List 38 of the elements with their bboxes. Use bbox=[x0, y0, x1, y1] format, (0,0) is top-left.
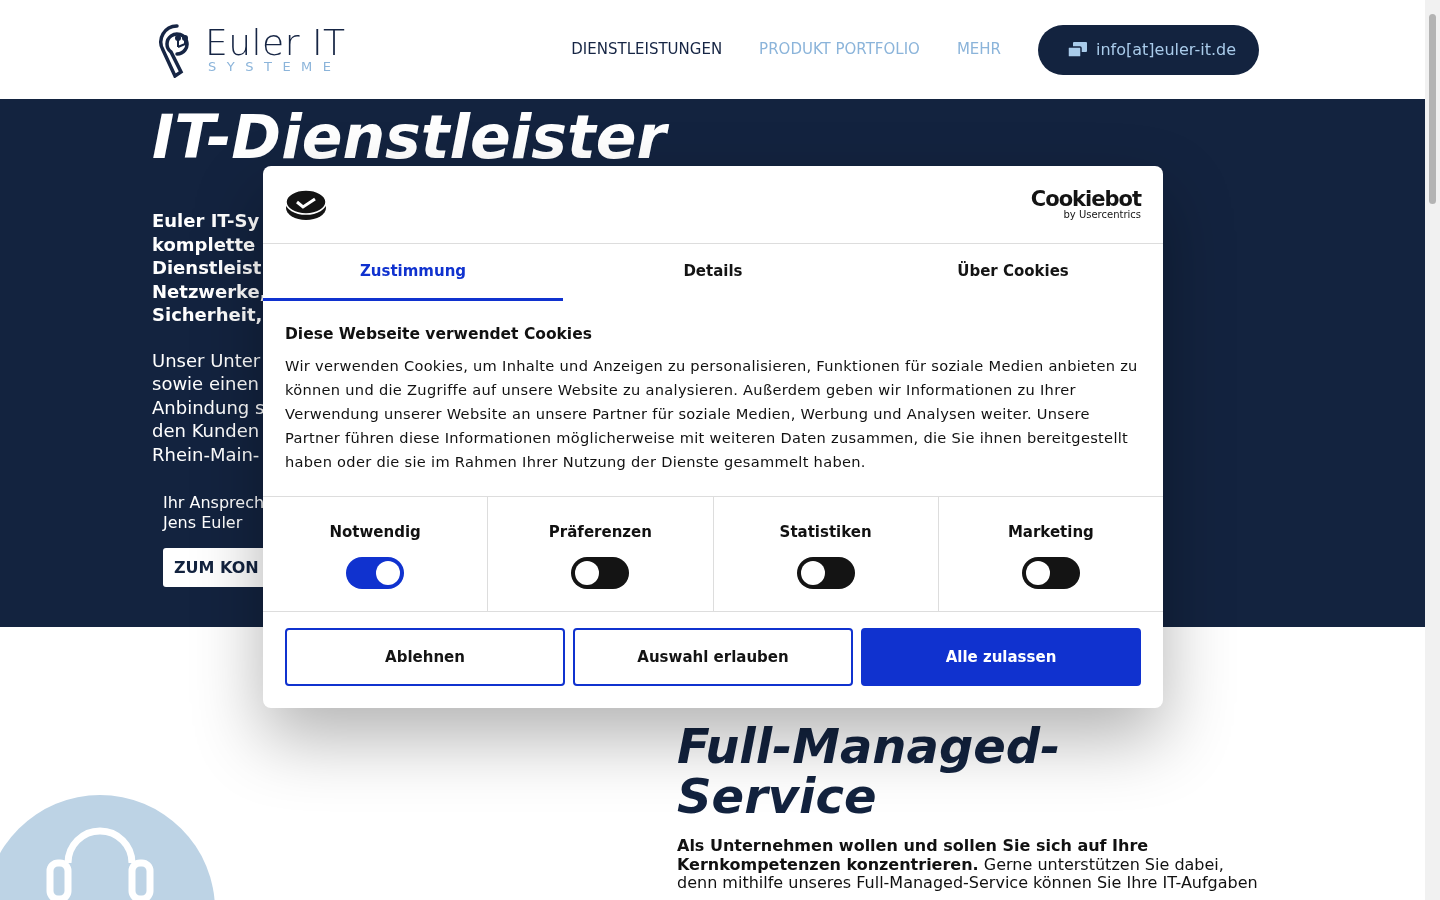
section-title: Service bbox=[677, 771, 877, 821]
scrollbar[interactable] bbox=[1425, 0, 1440, 900]
hero-text: Sicherheit, bbox=[152, 303, 263, 327]
hero-text: komplette bbox=[152, 232, 256, 256]
logo-tagline: SYSTEME bbox=[207, 59, 343, 74]
hero-text: den Kunden bbox=[152, 419, 260, 443]
toggle-switch[interactable] bbox=[571, 557, 630, 590]
dialog-button[interactable]: Ablehnen bbox=[285, 628, 565, 687]
email-button[interactable]: info[at]euler-it.de bbox=[1038, 24, 1259, 75]
toggle-switch[interactable] bbox=[796, 557, 855, 590]
category-label: Notwendig bbox=[329, 521, 421, 543]
toggle-switch[interactable] bbox=[1021, 557, 1080, 590]
contact-text: Ihr Ansprech bbox=[163, 493, 265, 513]
section-title: Full-Managed- bbox=[677, 721, 1062, 771]
brand-tagline: by Usercentrics bbox=[1062, 209, 1141, 220]
hero-text: Rhein-Main- bbox=[152, 442, 260, 466]
contact-text: Jens Euler bbox=[163, 512, 243, 532]
nav-link[interactable]: DIENSTLEISTUNGEN bbox=[571, 38, 723, 61]
dialog-text: Wir verwenden Cookies, um Inhalte und Anzeigen zu personalisieren, Funktionen für soziale Medien anbieten zu können und die Zugriffe auf unsere Website zu analysieren. Außerdem geben wir Informationen zu Ihrer Verwendung unserer Website an unsere Partner für soziale Medien, Werbung und Analysen weiter. Unsere Partner führen diese Informationen möglicherweise mit weiteren Daten zusammen, die Sie ihnen bereitgestellt haben oder die sie im Rahmen Ihrer Nutzung der Dienste gesammelt haben. bbox=[285, 355, 1139, 472]
hero-text: Dienstleist bbox=[152, 256, 262, 280]
dialog-button[interactable]: Alle zulassen bbox=[861, 628, 1141, 687]
brand-logo-text: Cookiebot bbox=[1030, 189, 1141, 209]
tab[interactable]: Zustimmung bbox=[263, 244, 563, 301]
logo-text: Euler IT bbox=[205, 25, 346, 60]
hero-text: sowie einen bbox=[152, 372, 259, 396]
toggle-switch[interactable] bbox=[346, 557, 405, 590]
hero-text: Unser Unter bbox=[152, 348, 261, 372]
hero-text: Euler IT-Sy bbox=[152, 209, 260, 233]
section-text: Als Unternehmen wollen und sollen Sie sich auf Ihre Kernkompetenzen konzentrieren. Gerne unterstützen Sie dabei, denn mithilfe unseres Full-Managed-Service können Sie Ihre IT-Aufgaben bbox=[677, 837, 1259, 893]
hero-text: Anbindung s bbox=[152, 395, 265, 419]
check-icon bbox=[285, 188, 327, 221]
category-label: Statistiken bbox=[779, 521, 872, 543]
category-label: Präferenzen bbox=[548, 521, 652, 543]
tab[interactable]: Über Cookies bbox=[863, 244, 1163, 301]
envelope-icon bbox=[1068, 41, 1088, 58]
category-label: Marketing bbox=[1007, 521, 1094, 543]
dialog-button[interactable]: Auswahl erlauben bbox=[573, 628, 853, 687]
dialog-heading: Diese Webseite verwendet Cookies bbox=[285, 325, 593, 344]
